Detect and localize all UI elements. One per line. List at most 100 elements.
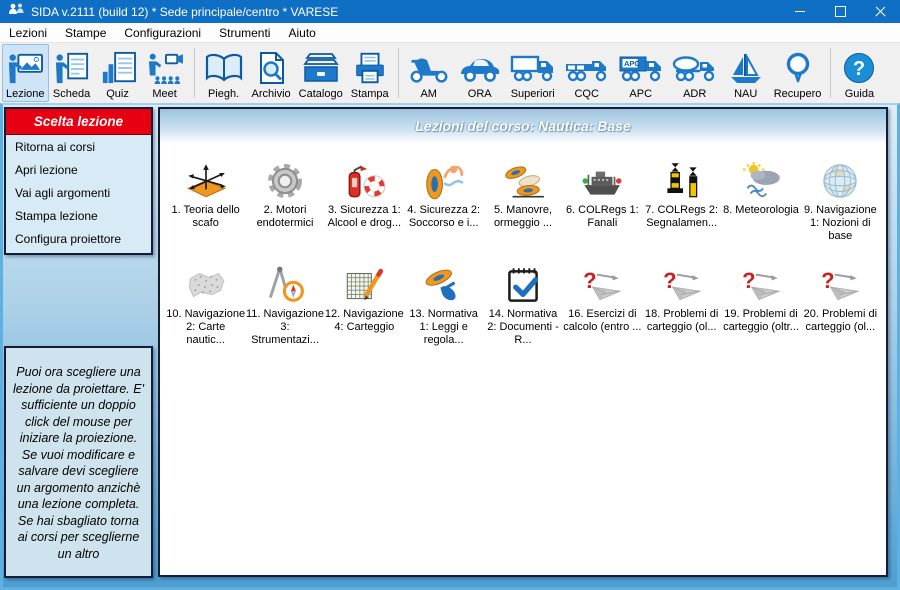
- menu-item-lezioni[interactable]: Lezioni: [0, 23, 56, 42]
- ship-lights-icon: [579, 151, 625, 201]
- lesson-label: 5. Manovre, ormeggio ...: [483, 204, 562, 230]
- lesson-item-3[interactable]: 3. Sicurezza 1: Alcool e drog...: [325, 151, 404, 243]
- title-bar: SIDA v.2111 (build 12) * Sede principale…: [0, 0, 900, 23]
- lesson-projector-icon: [6, 49, 44, 87]
- lesson-choice-panel: Scelta lezione Ritorna ai corsiApri lezi…: [4, 107, 153, 255]
- people-icon: [8, 3, 25, 21]
- lesson-item-13[interactable]: 13. Normativa 1: Leggi e regola...: [404, 255, 483, 347]
- lesson-label: 7. COLRegs 2: Segnalamen...: [642, 204, 721, 230]
- menu-item-aiuto[interactable]: Aiuto: [279, 23, 324, 42]
- lesson-label: 1. Teoria dello scafo: [166, 204, 245, 230]
- toolbar-button-quiz[interactable]: Quiz: [95, 44, 141, 102]
- safety-equipment-icon: [341, 151, 387, 201]
- toolbar-button-scheda[interactable]: Scheda: [49, 44, 95, 102]
- lesson-item-10[interactable]: 10. Navigazione 2: Carte nautic...: [166, 255, 245, 347]
- lesson-item-11[interactable]: 11. Navigazione 3: Strumentazi...: [245, 255, 324, 347]
- archive-search-icon: [253, 49, 289, 87]
- sidebar-menu: Ritorna ai corsiApri lezioneVai agli arg…: [6, 135, 151, 250]
- sidebar-item-apri-lezione[interactable]: Apri lezione: [6, 158, 151, 181]
- flatbed-truck-icon: [564, 49, 610, 87]
- lesson-item-8[interactable]: 8. Meteorologia: [721, 151, 800, 243]
- lesson-item-12[interactable]: 12. Navigazione 4: Carteggio: [325, 255, 404, 347]
- toolbar-button-nau[interactable]: NAU: [722, 44, 770, 102]
- toolbar-button-label: NAU: [734, 88, 757, 100]
- scooter-icon: [408, 49, 450, 87]
- lesson-label: 11. Navigazione 3: Strumentazi...: [245, 308, 324, 347]
- problem-question-icon: ?: [738, 255, 784, 305]
- lesson-label: 14. Normativa 2: Documenti - R...: [483, 308, 562, 347]
- sidebar-item-ritorna-ai-corsi[interactable]: Ritorna ai corsi: [6, 135, 151, 158]
- toolbar-button-lezione[interactable]: Lezione: [2, 44, 49, 102]
- toolbar-button-ora[interactable]: ORA: [454, 44, 506, 102]
- sidebar-item-vai-agli-argomenti[interactable]: Vai agli argomenti: [6, 181, 151, 204]
- law-boat-hand-icon: [421, 255, 467, 305]
- toolbar-button-label: ADR: [683, 88, 706, 100]
- toolbar-button-archivio[interactable]: Archivio: [248, 44, 295, 102]
- toolbar-button-apc[interactable]: APCAPC: [614, 44, 668, 102]
- toolbar-button-adr[interactable]: ADR: [668, 44, 722, 102]
- lesson-label: 4. Sicurezza 2: Soccorso e i...: [404, 204, 483, 230]
- svg-text:?: ?: [853, 58, 865, 80]
- problem-question-icon: ?: [817, 255, 863, 305]
- lesson-item-6[interactable]: 6. COLRegs 1: Fanali: [563, 151, 642, 243]
- toolbar-button-label: Quiz: [106, 88, 129, 100]
- apc-truck-icon: APC: [618, 49, 664, 87]
- lesson-item-7[interactable]: 7. COLRegs 2: Segnalamen...: [642, 151, 721, 243]
- lesson-item-5[interactable]: 5. Manovre, ormeggio ...: [483, 151, 562, 243]
- lesson-item-1[interactable]: 1. Teoria dello scafo: [166, 151, 245, 243]
- weather-icon: [738, 151, 784, 201]
- help-info-text: Puoi ora scegliere una lezione da proiet…: [12, 364, 145, 562]
- lesson-item-4[interactable]: 4. Sicurezza 2: Soccorso e i...: [404, 151, 483, 243]
- toolbar-button-stampa[interactable]: Stampa: [347, 44, 393, 102]
- rescue-swimmer-icon: [421, 151, 467, 201]
- lesson-label: 10. Navigazione 2: Carte nautic...: [166, 308, 245, 347]
- sidebar-item-stampa-lezione[interactable]: Stampa lezione: [6, 204, 151, 227]
- toolbar-button-superiori[interactable]: Superiori: [506, 44, 560, 102]
- toolbar-button-label: APC: [629, 88, 652, 100]
- toolbar-button-piegh[interactable]: Piegh.: [200, 44, 248, 102]
- course-lessons-panel: Lezioni del corso: Nautica: Base 1. Teor…: [158, 107, 888, 577]
- hull-theory-icon: [183, 151, 229, 201]
- buoys-icon: [659, 151, 705, 201]
- car-icon: [458, 49, 502, 87]
- compass-divider-icon: [262, 255, 308, 305]
- toolbar-button-cqc[interactable]: CQC: [560, 44, 614, 102]
- problem-question-icon: ?: [659, 255, 705, 305]
- lesson-item-18[interactable]: ? 18. Problemi di carteggio (ol...: [642, 255, 721, 347]
- lesson-item-16[interactable]: ?16. Esercizi di calcolo (entro ...: [563, 255, 642, 347]
- documents-check-icon: [500, 255, 546, 305]
- minimize-button[interactable]: [780, 0, 820, 23]
- menu-item-stampe[interactable]: Stampe: [56, 23, 115, 42]
- lesson-item-14[interactable]: 14. Normativa 2: Documenti - R...: [483, 255, 562, 347]
- toolbar-button-meet[interactable]: Meet: [141, 44, 189, 102]
- sheet-person-icon: [53, 49, 91, 87]
- gear-icon: [262, 151, 308, 201]
- panel-title: Scelta lezione: [6, 109, 151, 135]
- toolbar-button-am[interactable]: AM: [404, 44, 454, 102]
- toolbar-separator: [398, 48, 399, 98]
- toolbar-button-label: Piegh.: [208, 88, 239, 100]
- toolbar-button-recupero[interactable]: Recupero: [770, 44, 826, 102]
- toolbar-separator: [194, 48, 195, 98]
- truck-icon: [510, 49, 556, 87]
- lesson-item-19[interactable]: ?19. Problemi di carteggio (oltr...: [721, 255, 800, 347]
- lesson-item-20[interactable]: ? 20. Problemi di carteggio (ol...: [801, 255, 880, 347]
- toolbar-button-label: CQC: [574, 88, 598, 100]
- maximize-button[interactable]: [820, 0, 860, 23]
- close-button[interactable]: [860, 0, 900, 23]
- menu-item-strumenti[interactable]: Strumenti: [210, 23, 279, 42]
- lesson-label: 8. Meteorologia: [723, 204, 799, 217]
- lesson-label: 18. Problemi di carteggio (ol...: [642, 308, 721, 334]
- meet-camera-icon: [145, 49, 185, 87]
- lesson-item-2[interactable]: 2. Motori endotermici: [245, 151, 324, 243]
- menu-item-configurazioni[interactable]: Configurazioni: [115, 23, 210, 42]
- toolbar-button-guida[interactable]: ?Guida: [836, 44, 882, 102]
- lesson-label: 20. Problemi di carteggio (ol...: [801, 308, 880, 334]
- window-title: SIDA v.2111 (build 12) * Sede principale…: [31, 5, 780, 19]
- toolbar-button-catalogo[interactable]: Catalogo: [295, 44, 347, 102]
- nautical-chart-icon: [183, 255, 229, 305]
- toolbar-button-label: Stampa: [351, 88, 389, 100]
- lesson-label: 3. Sicurezza 1: Alcool e drog...: [325, 204, 404, 230]
- lesson-item-9[interactable]: 9. Navigazione 1: Nozioni di base: [801, 151, 880, 243]
- sidebar-item-configura-proiettore[interactable]: Configura proiettore: [6, 227, 151, 250]
